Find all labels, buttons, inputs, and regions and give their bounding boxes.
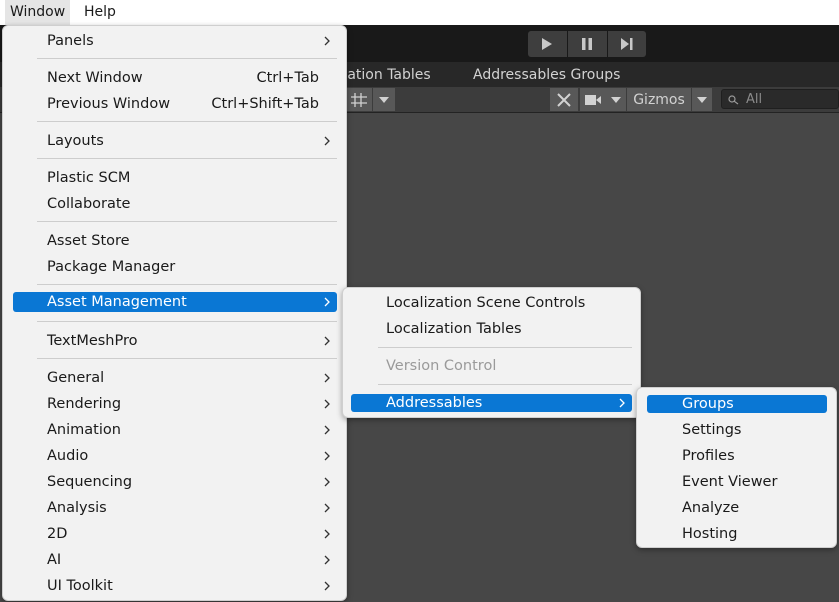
menu-item-2d[interactable]: 2D: [13, 522, 337, 546]
chevron-right-icon: [321, 129, 333, 153]
menu-item-groups[interactable]: Groups: [647, 395, 827, 413]
play-button[interactable]: [528, 31, 566, 57]
menu-item-hosting[interactable]: Hosting: [647, 522, 827, 546]
menu-item-event-viewer[interactable]: Event Viewer: [647, 470, 827, 494]
window-menu: Panels Next Window Ctrl+Tab Previous Win…: [2, 25, 347, 601]
menu-separator: [378, 384, 632, 385]
menu-item-previous-window[interactable]: Previous Window Ctrl+Shift+Tab: [13, 92, 337, 116]
chevron-down-icon: [379, 96, 389, 103]
scene-search-input[interactable]: All: [721, 89, 839, 109]
menu-item-plastic-scm[interactable]: Plastic SCM: [13, 166, 337, 190]
chevron-right-icon: [321, 522, 333, 546]
camera-button[interactable]: [580, 88, 606, 111]
tab-localization-tables[interactable]: zation Tables: [340, 62, 431, 87]
menu-item-rendering[interactable]: Rendering: [13, 392, 337, 416]
chevron-right-icon: [616, 394, 628, 412]
tab-addressables-groups[interactable]: Addressables Groups: [473, 62, 620, 87]
menubar-window[interactable]: Window: [5, 0, 71, 25]
menu-item-ai[interactable]: AI: [13, 548, 337, 572]
menu-item-panels[interactable]: Panels: [13, 29, 337, 53]
play-icon: [542, 38, 552, 50]
menubar-help[interactable]: Help: [79, 0, 121, 25]
menu-separator: [37, 58, 337, 59]
menu-separator: [37, 158, 337, 159]
menu-item-textmeshpro[interactable]: TextMeshPro: [13, 329, 337, 353]
step-button[interactable]: [607, 31, 646, 57]
camera-icon: [585, 94, 601, 105]
grid-snap-icon: [351, 92, 367, 107]
menu-item-audio[interactable]: Audio: [13, 444, 337, 468]
grid-snap-button[interactable]: [346, 88, 372, 111]
shortcut-previous-window: Ctrl+Shift+Tab: [211, 96, 319, 112]
step-icon: [621, 38, 633, 50]
menu-item-profiles[interactable]: Profiles: [647, 444, 827, 468]
menu-item-asset-management[interactable]: Asset Management: [13, 292, 337, 312]
menu-separator: [37, 358, 337, 359]
chevron-right-icon: [321, 548, 333, 572]
menu-separator: [37, 221, 337, 222]
menubar: Window Help: [0, 0, 839, 26]
chevron-right-icon: [321, 574, 333, 598]
gizmos-button[interactable]: Gizmos: [627, 88, 691, 111]
search-placeholder: All: [746, 92, 763, 107]
menu-item-localization-scene-controls[interactable]: Localization Scene Controls: [351, 291, 632, 315]
menu-separator: [37, 321, 337, 322]
menu-item-analyze[interactable]: Analyze: [647, 496, 827, 520]
menu-item-collaborate[interactable]: Collaborate: [13, 192, 337, 216]
menu-item-addressables[interactable]: Addressables: [351, 394, 632, 412]
menu-item-sequencing[interactable]: Sequencing: [13, 470, 337, 494]
chevron-right-icon: [321, 392, 333, 416]
playback-controls: [528, 31, 646, 57]
camera-dropdown-button[interactable]: [606, 88, 626, 111]
menu-item-version-control: Version Control: [386, 358, 497, 374]
menu-item-ui-toolkit[interactable]: UI Toolkit: [13, 574, 337, 598]
chevron-right-icon: [321, 292, 333, 312]
shortcut-next-window: Ctrl+Tab: [256, 70, 320, 86]
menu-item-animation[interactable]: Animation: [13, 418, 337, 442]
menu-item-settings[interactable]: Settings: [647, 418, 827, 442]
menu-separator: [37, 284, 337, 285]
addressables-menu: Groups Settings Profiles Event Viewer An…: [636, 387, 837, 548]
pause-icon: [582, 38, 592, 50]
chevron-down-icon: [697, 96, 707, 103]
menu-separator: [37, 121, 337, 122]
search-icon: [728, 95, 739, 105]
chevron-right-icon: [321, 329, 333, 353]
chevron-right-icon: [321, 29, 333, 53]
menu-item-general[interactable]: General: [13, 366, 337, 390]
menu-separator: [378, 347, 632, 348]
chevron-right-icon: [321, 470, 333, 494]
chevron-right-icon: [321, 444, 333, 468]
chevron-down-icon: [611, 96, 621, 103]
gizmos-dropdown-button[interactable]: [692, 88, 712, 111]
chevron-right-icon: [321, 418, 333, 442]
menu-item-analysis[interactable]: Analysis: [13, 496, 337, 520]
menu-item-package-manager[interactable]: Package Manager: [13, 255, 337, 279]
tools-button[interactable]: [550, 88, 578, 111]
menu-item-asset-store[interactable]: Asset Store: [13, 229, 337, 253]
chevron-right-icon: [321, 496, 333, 520]
menu-item-localization-tables[interactable]: Localization Tables: [351, 317, 632, 341]
pause-button[interactable]: [567, 31, 606, 57]
chevron-right-icon: [321, 366, 333, 390]
tools-icon: [557, 92, 571, 107]
asset-management-menu: Localization Scene Controls Localization…: [342, 287, 641, 418]
grid-dropdown-button[interactable]: [373, 88, 395, 111]
menu-item-next-window[interactable]: Next Window Ctrl+Tab: [13, 66, 337, 90]
menu-item-layouts[interactable]: Layouts: [13, 129, 337, 153]
